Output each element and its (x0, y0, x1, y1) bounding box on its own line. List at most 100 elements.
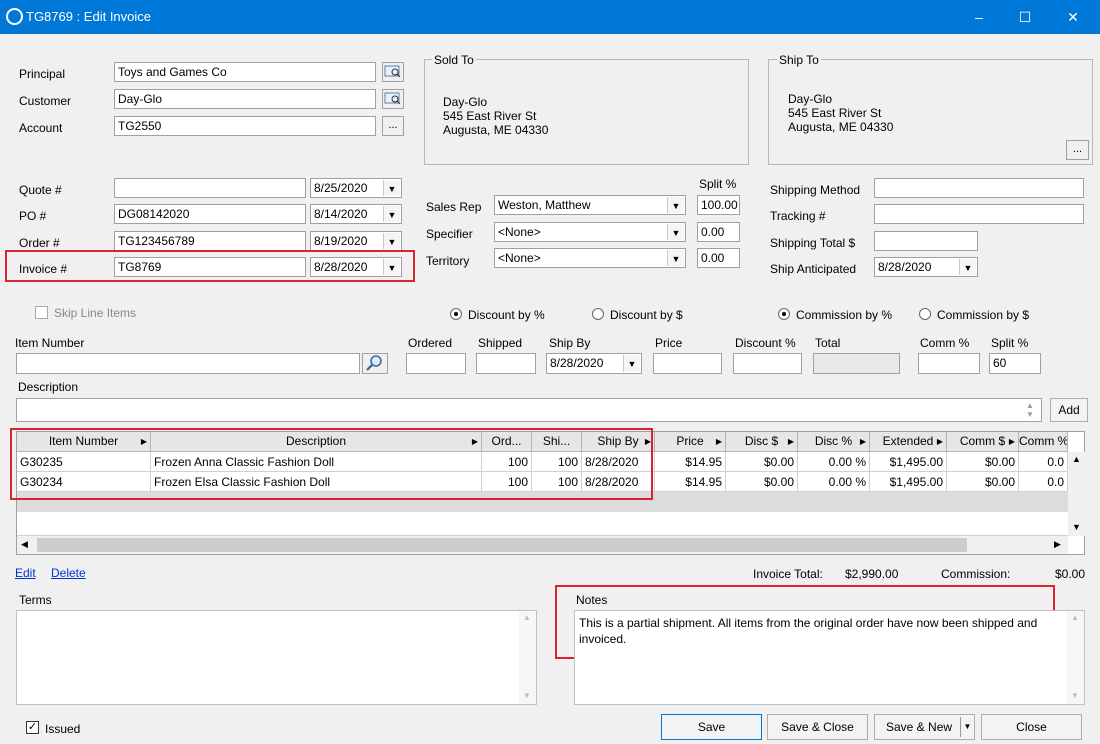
discount-pct-radio[interactable] (450, 308, 462, 320)
discount-pct-label: Discount by % (468, 308, 545, 322)
commission-pct-radio[interactable] (778, 308, 790, 320)
item-number-label: Item Number (15, 336, 85, 350)
po-date-dropdown[interactable]: 8/14/2020 ▼ (310, 204, 402, 224)
chevron-down-icon: ▼ (383, 233, 400, 249)
chevron-down-icon: ▼ (667, 250, 684, 266)
account-browse-button[interactable]: ... (382, 116, 404, 136)
col-header-extended[interactable]: Extended ▶ (870, 432, 947, 452)
price-field[interactable] (653, 353, 722, 374)
cell-disc-amt: $0.00 (726, 452, 798, 472)
principal-lookup-icon[interactable] (382, 62, 404, 82)
skip-line-items-label: Skip Line Items (54, 306, 137, 320)
specifier-split[interactable]: 0.00 (697, 222, 740, 242)
maximize-button[interactable]: ☐ (1002, 0, 1048, 34)
commission-amt-radio[interactable] (919, 308, 931, 320)
tracking-field[interactable] (874, 204, 1084, 224)
shipping-method-label: Shipping Method (770, 183, 861, 197)
principal-field[interactable]: Toys and Games Co (114, 62, 376, 82)
cell-disc-amt: $0.00 (726, 472, 798, 492)
terms-textarea[interactable] (16, 610, 537, 705)
commission-amt-label: Commission by $ (937, 308, 1030, 322)
terms-scrollbar[interactable]: ▲ ▼ (519, 611, 536, 704)
chevron-down-icon: ▼ (959, 259, 976, 275)
terms-label: Terms (19, 593, 52, 607)
scroll-left-icon[interactable]: ◀ (21, 539, 28, 550)
empty-row (17, 512, 1068, 536)
specifier-dropdown[interactable]: <None> ▼ (494, 222, 686, 242)
scroll-thumb[interactable] (37, 538, 967, 552)
close-window-button[interactable]: ✕ (1050, 0, 1096, 34)
scroll-up-icon[interactable]: ▲ (523, 613, 531, 622)
item-number-field[interactable] (16, 353, 360, 374)
po-label: PO # (19, 209, 47, 223)
quote-date-value: 8/25/2020 (314, 181, 368, 195)
order-field[interactable]: TG123456789 (114, 231, 306, 251)
territory-dropdown[interactable]: <None> ▼ (494, 248, 686, 268)
order-date-dropdown[interactable]: 8/19/2020 ▼ (310, 231, 402, 251)
issued-checkbox[interactable]: ✓ (26, 721, 39, 734)
add-button[interactable]: Add (1050, 398, 1088, 422)
chevron-down-icon: ▼ (667, 224, 684, 240)
notes-scrollbar[interactable]: ▲ ▼ (1067, 611, 1084, 704)
account-field[interactable]: TG2550 (114, 116, 376, 136)
ship-to-browse-button[interactable]: ... (1066, 140, 1089, 160)
col-header-disc-pct[interactable]: Disc % ▶ (798, 432, 870, 452)
shipped-label: Shipped (478, 336, 523, 350)
scroll-down-icon[interactable]: ▼ (1071, 691, 1079, 700)
shipping-method-field[interactable] (874, 178, 1084, 198)
scroll-up-icon[interactable]: ▲ (1072, 454, 1081, 464)
notes-textarea[interactable]: This is a partial shipment. All items fr… (574, 610, 1085, 705)
invoice-field[interactable]: TG8769 (114, 257, 306, 277)
skip-line-items-checkbox[interactable] (35, 306, 48, 319)
territory-split[interactable]: 0.00 (697, 248, 740, 268)
chevron-down-icon: ▼ (383, 180, 400, 196)
col-header-comm-amt[interactable]: Comm $ ▶ (947, 432, 1019, 452)
specifier-label: Specifier (426, 227, 473, 241)
cell-disc-pct: 0.00 % (798, 472, 870, 492)
save-new-label: Save & New (886, 720, 953, 734)
customer-field[interactable]: Day-Glo (114, 89, 376, 109)
grid-rows-highlight (10, 428, 653, 500)
grid-vertical-scrollbar[interactable]: ▲ ▼ (1068, 452, 1085, 536)
ship-to-line2: 545 East River St (788, 106, 882, 120)
cell-price: $14.95 (655, 452, 726, 472)
quote-date-dropdown[interactable]: 8/25/2020 ▼ (310, 178, 402, 198)
ordered-field[interactable] (406, 353, 466, 374)
save-new-button[interactable]: Save & New ▼ (874, 714, 975, 740)
split-field[interactable]: 60 (989, 353, 1041, 374)
save-close-button[interactable]: Save & Close (767, 714, 868, 740)
discount-amt-radio[interactable] (592, 308, 604, 320)
col-header-price[interactable]: Price ▶ (655, 432, 726, 452)
close-button[interactable]: Close (981, 714, 1082, 740)
delete-link[interactable]: Delete (51, 566, 86, 580)
edit-link[interactable]: Edit (15, 566, 36, 580)
minimize-button[interactable]: – (956, 0, 1002, 34)
shipped-field[interactable] (476, 353, 536, 374)
sales-rep-dropdown[interactable]: Weston, Matthew ▼ (494, 195, 686, 215)
scroll-right-icon[interactable]: ▶ (1054, 539, 1061, 550)
comm-field[interactable] (918, 353, 980, 374)
sales-rep-split[interactable]: 100.00 (697, 195, 740, 215)
po-field[interactable]: DG08142020 (114, 204, 306, 224)
scroll-up-icon[interactable]: ▲ (1071, 613, 1079, 622)
ship-anticipated-dropdown[interactable]: 8/28/2020 ▼ (874, 257, 978, 277)
customer-lookup-icon[interactable] (382, 89, 404, 109)
discount-field[interactable] (733, 353, 802, 374)
grid-horizontal-scrollbar[interactable]: ◀ ▶ (17, 536, 1068, 554)
account-label: Account (19, 121, 63, 135)
col-header-disc-amt[interactable]: Disc $ ▶ (726, 432, 798, 452)
shipping-total-field[interactable] (874, 231, 978, 251)
description-field[interactable] (16, 398, 1042, 422)
ship-by-dropdown[interactable]: 8/28/2020 ▼ (546, 353, 642, 374)
scroll-down-icon[interactable]: ▼ (1072, 522, 1081, 532)
search-icon[interactable] (362, 353, 388, 374)
invoice-date-dropdown[interactable]: 8/28/2020 ▼ (310, 257, 402, 277)
description-spin-icon[interactable]: ▲ ▼ (1026, 401, 1034, 419)
col-header-comm-pct[interactable]: Comm % (1019, 432, 1068, 452)
chevron-down-icon[interactable]: ▼ (960, 717, 974, 737)
app-icon (6, 8, 23, 25)
save-button[interactable]: Save (661, 714, 762, 740)
scroll-down-icon[interactable]: ▼ (523, 691, 531, 700)
invoice-total-label: Invoice Total: (753, 567, 823, 581)
quote-field[interactable] (114, 178, 306, 198)
